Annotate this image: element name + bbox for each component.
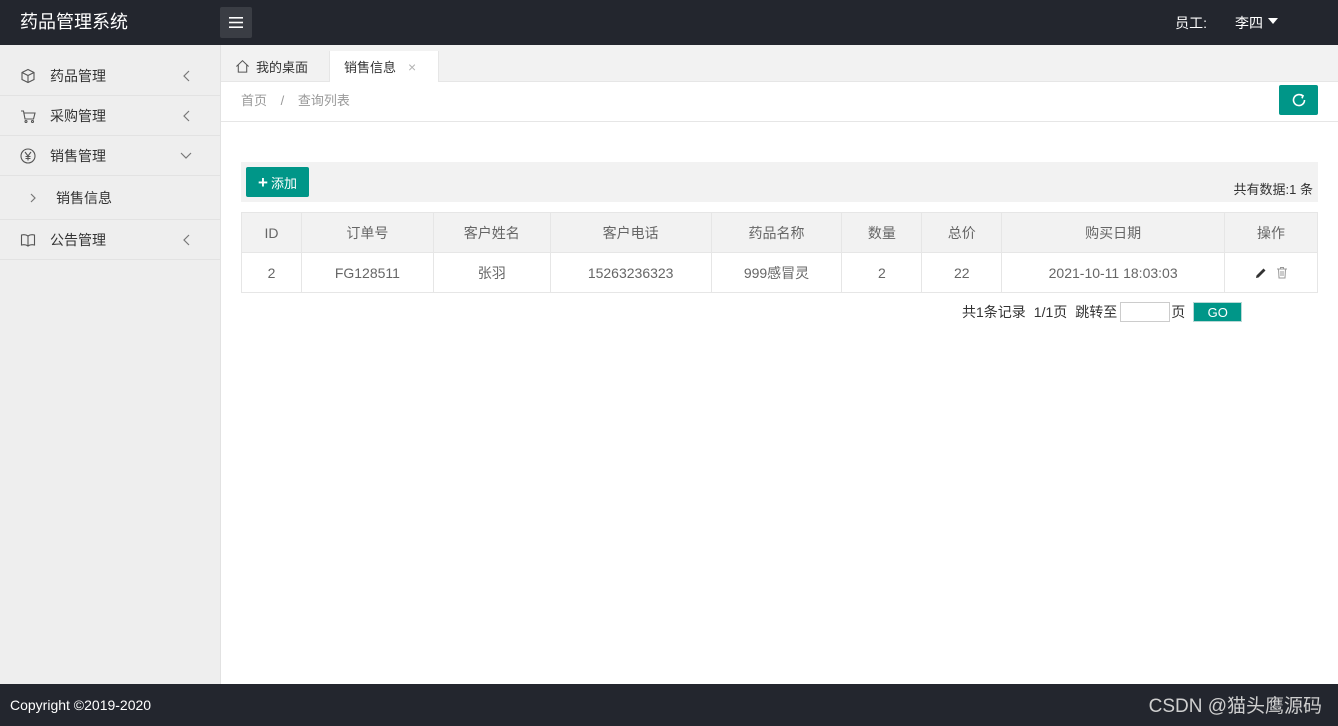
- refresh-icon: [1292, 93, 1305, 107]
- cell-order-no: FG128511: [300, 252, 434, 293]
- sidebar-subitem-label: 销售信息: [56, 189, 112, 206]
- user-name: 李四: [1235, 14, 1263, 31]
- hamburger-icon: [229, 17, 243, 28]
- table-toolbar: + 添加 共有数据:1 条: [241, 162, 1318, 202]
- cell-purchase-date: 2021-10-11 18:03:03: [1001, 252, 1226, 293]
- cube-icon: [20, 68, 36, 84]
- sidebar-item-sales-management[interactable]: 销售管理: [0, 136, 220, 176]
- column-header: 数量: [841, 212, 923, 253]
- column-header: 客户电话: [549, 212, 712, 253]
- breadcrumb-bar: 首页 / 查询列表: [221, 82, 1338, 122]
- tab-sales-info[interactable]: 销售信息 ×: [329, 51, 439, 82]
- sales-table: ID 订单号 客户姓名 客户电话 药品名称 数量 总价 购买日期 操作 2 FG…: [241, 212, 1318, 293]
- footer: Copyright ©2019-2020 CSDN @猫头鹰源码: [0, 684, 1338, 726]
- sidebar-item-drug-management[interactable]: 药品管理: [0, 45, 220, 96]
- cell-total-price: 22: [921, 252, 1003, 293]
- table-row: 2 FG128511 张羽 15263236323 999感冒灵 2 22 20…: [241, 252, 1318, 293]
- chevron-right-icon: [30, 193, 40, 203]
- table-header-row: ID 订单号 客户姓名 客户电话 药品名称 数量 总价 购买日期 操作: [241, 212, 1318, 253]
- column-header: 购买日期: [1001, 212, 1226, 253]
- edit-icon[interactable]: [1254, 266, 1267, 279]
- sidebar-item-purchase-management[interactable]: 采购管理: [0, 96, 220, 136]
- go-button[interactable]: GO: [1193, 302, 1243, 322]
- chevron-left-icon: [180, 234, 192, 246]
- cell-actions: [1224, 252, 1318, 293]
- column-header: 客户姓名: [432, 212, 551, 253]
- caret-down-icon: [1268, 17, 1278, 24]
- breadcrumb-home[interactable]: 首页: [241, 93, 267, 108]
- add-button-label: 添加: [270, 175, 297, 191]
- add-button[interactable]: + 添加: [246, 167, 309, 197]
- chevron-down-icon: [180, 150, 192, 162]
- trash-icon[interactable]: [1275, 266, 1288, 279]
- cell-customer-name: 张羽: [432, 252, 551, 293]
- page-jump-input[interactable]: [1120, 302, 1171, 322]
- watermark-text: CSDN @猫头鹰源码: [1148, 696, 1322, 717]
- pagination-summary: 共1条记录: [962, 304, 1026, 320]
- user-area: 员工: 李四: [1175, 0, 1278, 45]
- sidebar-item-notice-management[interactable]: 公告管理: [0, 220, 220, 260]
- tab-home-label: 我的桌面: [256, 60, 309, 75]
- home-icon: [235, 59, 251, 75]
- user-menu[interactable]: 李四: [1235, 13, 1278, 33]
- column-header: 订单号: [300, 212, 434, 253]
- copyright-text: Copyright ©2019-2020: [10, 697, 152, 713]
- refresh-button[interactable]: [1279, 85, 1318, 115]
- sidebar-item-label: 公告管理: [50, 231, 106, 248]
- pagination-page-info: 1/1页: [1033, 304, 1068, 320]
- column-header: 药品名称: [710, 212, 843, 253]
- close-icon[interactable]: ×: [408, 59, 416, 75]
- cell-quantity: 2: [841, 252, 923, 293]
- cart-icon: [20, 108, 36, 124]
- sidebar: 药品管理 采购管理 销售管理 销售信息 公告管理: [0, 45, 221, 684]
- chevron-left-icon: [180, 110, 192, 122]
- plus-icon: +: [258, 172, 268, 192]
- tab-sales-info-label: 销售信息: [344, 60, 397, 75]
- breadcrumb: 首页 / 查询列表: [241, 82, 350, 120]
- pagination-jump-label: 跳转至: [1075, 304, 1118, 320]
- book-icon: [20, 232, 36, 248]
- chevron-left-icon: [180, 70, 192, 82]
- breadcrumb-separator: /: [280, 93, 285, 108]
- yen-icon: [20, 147, 36, 164]
- sidebar-subitem-sales-info[interactable]: 销售信息: [0, 176, 220, 220]
- app-logo: 药品管理系统: [20, 12, 128, 32]
- top-header: 药品管理系统 员工: 李四: [0, 0, 1338, 45]
- pagination-page-suffix: 页: [1171, 304, 1186, 320]
- tab-home[interactable]: 我的桌面: [235, 51, 308, 82]
- column-header: 总价: [921, 212, 1003, 253]
- role-label: 员工:: [1175, 14, 1207, 31]
- cell-drug-name: 999感冒灵: [710, 252, 843, 293]
- sidebar-item-label: 药品管理: [50, 67, 106, 84]
- pagination: 共1条记录 1/1页 跳转至 页 GO: [962, 302, 1243, 322]
- tab-bar: 我的桌面 销售信息 ×: [221, 45, 1338, 82]
- menu-toggle-button[interactable]: [220, 7, 252, 38]
- breadcrumb-current: 查询列表: [297, 93, 350, 108]
- column-header: 操作: [1224, 212, 1318, 253]
- column-header: ID: [241, 212, 302, 253]
- sidebar-item-label: 采购管理: [50, 107, 106, 124]
- sidebar-item-label: 销售管理: [50, 147, 106, 164]
- cell-customer-phone: 15263236323: [549, 252, 712, 293]
- total-count: 共有数据:1 条: [1233, 182, 1313, 197]
- cell-id: 2: [241, 252, 302, 293]
